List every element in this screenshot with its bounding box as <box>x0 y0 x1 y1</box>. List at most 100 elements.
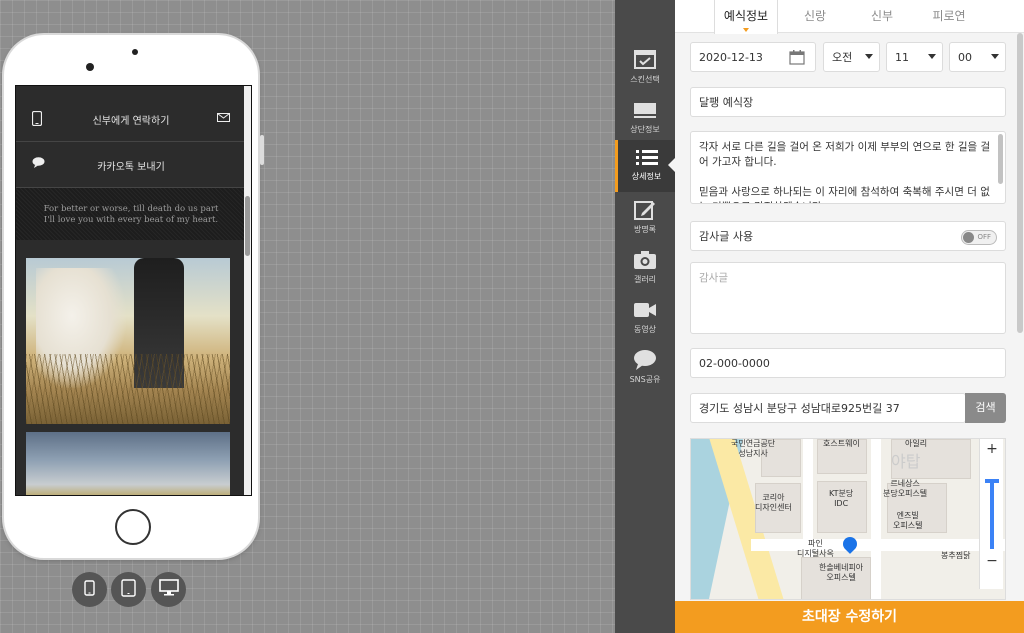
address-input[interactable]: 경기도 성남시 분당구 성남대로925번길 37 <box>690 393 966 423</box>
phone-side-button <box>260 135 264 165</box>
speech-bubble-icon <box>32 157 45 172</box>
edit-icon <box>633 199 657 221</box>
hour-value: 11 <box>895 50 909 64</box>
date-field[interactable]: 2020-12-13 <box>690 42 816 72</box>
kakao-send-row[interactable]: 카카오톡 보내기 <box>16 143 246 188</box>
phone-value: 02-000-0000 <box>699 356 770 370</box>
chevron-down-icon <box>928 54 936 59</box>
chevron-down-icon <box>991 54 999 59</box>
map-label: 호스트웨이 <box>823 439 860 448</box>
mobile-icon <box>84 579 95 600</box>
map-label: KT분당 IDC <box>829 489 854 508</box>
message-scrollbar[interactable] <box>998 134 1003 184</box>
address-value: 경기도 성남시 분당구 성남대로925번길 37 <box>699 402 900 415</box>
panel-scrollbar[interactable] <box>1016 33 1024 601</box>
thanks-toggle-row: 감사글 사용 OFF <box>690 221 1006 251</box>
zoom-slider[interactable] <box>990 479 994 549</box>
list-icon <box>635 146 659 168</box>
contact-bride-row[interactable]: 신부에게 연락하기 <box>16 97 246 142</box>
map-label: 파인 디지털사옥 <box>797 539 834 558</box>
phone-input[interactable]: 02-000-0000 <box>690 348 1006 378</box>
nav-label: 상세정보 <box>631 172 662 181</box>
map-label: 코리아 디자인센터 <box>755 493 792 512</box>
skin-icon <box>633 49 657 71</box>
zoom-slider-handle[interactable] <box>985 479 999 483</box>
nav-sns-share[interactable]: SNS공유 <box>615 343 675 393</box>
phone-speaker <box>132 49 138 55</box>
camera-icon <box>633 249 657 271</box>
map-label: 르네상스 분당오피스텔 <box>883 479 928 498</box>
phone-preview: 신부에게 연락하기 카카오톡 보내기 For better or worse, … <box>4 35 264 558</box>
tab-bride[interactable]: 신부 <box>852 0 912 33</box>
side-navigation: 스킨선택 상단정보 상세정보 방명록 갤러리 동영상 SNS공유 <box>615 0 675 633</box>
map-road <box>871 439 881 599</box>
nav-header-info[interactable]: 상단정보 <box>615 93 675 143</box>
mobile-phone-icon <box>31 110 43 130</box>
nav-label: 상단정보 <box>630 125 660 134</box>
venue-value: 달팽 예식장 <box>699 96 754 109</box>
ampm-value: 오전 <box>832 51 853 64</box>
address-search-button[interactable]: 검색 <box>965 393 1006 423</box>
thanks-toggle-switch[interactable]: OFF <box>961 230 997 245</box>
zoom-out-button[interactable]: − <box>980 553 1004 569</box>
nav-label: 방명록 <box>633 225 657 234</box>
phone-screen[interactable]: 신부에게 연락하기 카카오톡 보내기 For better or worse, … <box>15 85 252 496</box>
contact-bride-label: 신부에게 연락하기 <box>92 115 170 127</box>
desktop-icon <box>158 579 179 600</box>
phone-scrollbar[interactable] <box>244 86 251 495</box>
phone-home-button <box>115 509 151 545</box>
edit-invitation-button[interactable]: 초대장 수정하기 <box>675 601 1024 633</box>
tab-groom[interactable]: 신랑 <box>785 0 845 33</box>
venue-input[interactable]: 달팽 예식장 <box>690 87 1006 117</box>
map-label: 한솔베네피아 오피스텔 <box>819 563 864 582</box>
nav-label: SNS공유 <box>629 375 661 384</box>
map-label: 아일리 <box>905 439 928 448</box>
nav-video[interactable]: 동영상 <box>615 293 675 343</box>
map-label: 국민연금공단 성남지사 <box>731 439 776 458</box>
date-value: 2020-12-13 <box>699 50 763 64</box>
mobile-view-button[interactable] <box>72 572 107 607</box>
header-icon <box>633 99 657 121</box>
thanks-toggle-label: 감사글 사용 <box>699 230 754 243</box>
wedding-photo-1 <box>26 258 230 424</box>
envelope-icon <box>217 112 230 125</box>
tablet-view-button[interactable] <box>111 572 146 607</box>
nav-guestbook[interactable]: 방명록 <box>615 193 675 243</box>
map-label: 엔즈빌 오피스텔 <box>893 511 923 530</box>
minute-select[interactable]: 00 <box>949 42 1006 72</box>
ampm-select[interactable]: 오전 <box>823 42 880 72</box>
tablet-icon <box>121 578 136 601</box>
hour-select[interactable]: 11 <box>886 42 943 72</box>
chat-icon <box>633 349 657 371</box>
invitation-message[interactable]: 각자 서로 다른 길을 걸어 온 저희가 이제 부부의 연으로 한 길을 걸어 … <box>690 131 1006 204</box>
location-map[interactable]: 국민연금공단 성남지사 호스트웨이 아일리 코리아 디자인센터 KT분당 IDC… <box>690 438 1006 600</box>
map-label: 야탑 <box>891 452 921 471</box>
nav-skin-select[interactable]: 스킨선택 <box>615 43 675 93</box>
phone-camera <box>86 63 94 71</box>
zoom-in-button[interactable]: + <box>980 441 1004 457</box>
desktop-view-button[interactable] <box>151 572 186 607</box>
quote-line-2: I'll love you with every beat of my hear… <box>43 215 219 225</box>
map-label: 봉추찜닭 <box>941 551 971 560</box>
map-zoom-control[interactable]: + − <box>979 439 1003 589</box>
kakao-send-label: 카카오톡 보내기 <box>97 161 165 173</box>
invitation-message-text: 각자 서로 다른 길을 걸어 온 저희가 이제 부부의 연으로 한 길을 걸어 … <box>699 141 991 203</box>
tab-bar: 예식정보 신랑 신부 피로연 <box>675 0 1024 34</box>
nav-label: 스킨선택 <box>630 75 660 84</box>
nav-detail-info[interactable]: 상세정보 <box>615 140 675 192</box>
video-icon <box>633 299 657 321</box>
thanks-message-textarea[interactable]: 감사글 <box>690 262 1006 334</box>
nav-gallery[interactable]: 갤러리 <box>615 243 675 293</box>
wedding-quote: For better or worse, till death do us pa… <box>16 188 246 240</box>
tab-reception[interactable]: 피로연 <box>919 0 979 33</box>
wedding-photo-2 <box>26 432 230 495</box>
chevron-down-icon <box>865 54 873 59</box>
nav-label: 동영상 <box>633 325 657 334</box>
thanks-placeholder: 감사글 <box>699 272 728 284</box>
minute-value: 00 <box>958 50 972 64</box>
tab-ceremony-info[interactable]: 예식정보 <box>714 0 778 34</box>
toggle-state: OFF <box>977 233 991 241</box>
calendar-icon <box>789 50 805 68</box>
quote-line-1: For better or worse, till death do us pa… <box>43 204 219 214</box>
nav-label: 갤러리 <box>633 275 657 284</box>
